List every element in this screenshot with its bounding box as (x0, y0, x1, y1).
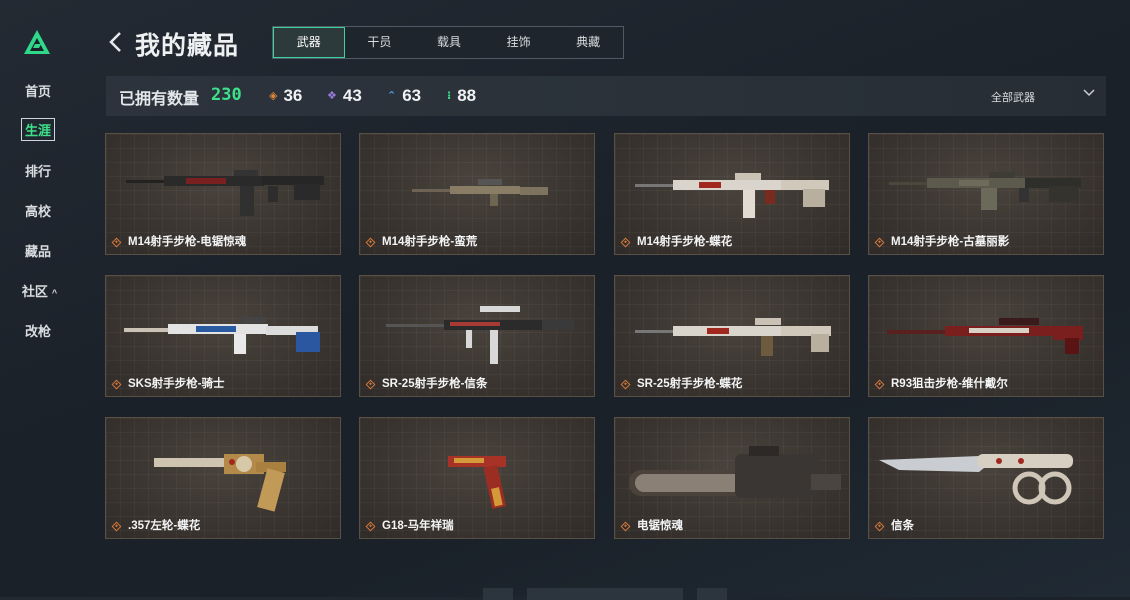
ownership-stats-bar: 已拥有数量 230 ◈ 36 ❖ 43 ⌃ 63 ⁝ 88 全部武器 (106, 76, 1106, 116)
chainsaw-icon (629, 446, 841, 498)
tab-charms[interactable]: 挂饰 (484, 27, 554, 58)
rarity-orange-icon (620, 521, 631, 532)
rifle-white-icon (635, 173, 829, 218)
collection-item-card[interactable]: M14射手步枪-电锯惊魂 (105, 133, 341, 255)
rifle-olive-icon (889, 172, 1081, 210)
owned-count-value: 230 (211, 85, 242, 105)
tab-operators[interactable]: 干员 (345, 27, 415, 58)
item-name: G18-马年祥瑞 (382, 520, 454, 532)
sidebar: 首页 生涯 排行 高校 藏品 社区 ^ 改枪 (0, 0, 76, 597)
rifle-tan-icon (412, 179, 548, 206)
rarity-orange-icon (111, 237, 122, 248)
collection-item-card[interactable]: SR-25射手步枪-信条 (359, 275, 595, 397)
revolver-icon (154, 454, 286, 512)
rarity-orange-icon (874, 379, 885, 390)
collection-item-card[interactable]: 信条 (868, 417, 1104, 539)
app-logo-icon[interactable] (22, 28, 52, 56)
orange-diamond-icon: ◈ (269, 90, 278, 102)
item-name: R93狙击步枪-维什戴尔 (891, 378, 1008, 390)
page-prev-button[interactable] (483, 588, 513, 600)
rarity-orange-icon (111, 521, 122, 532)
collection-item-card[interactable]: G18-马年祥瑞 (359, 417, 595, 539)
rarity-orange-icon (874, 521, 885, 532)
rarity-blue-count: ⌃ 63 (387, 86, 422, 105)
item-name: M14射手步枪-蝶花 (637, 236, 733, 248)
green-dots-icon: ⁝ (447, 90, 452, 102)
rifle-white2-icon (635, 318, 831, 356)
weapon-filter-value: 全部武器 (991, 92, 1035, 104)
page-title: 我的藏品 (135, 32, 240, 60)
pagination-bar[interactable] (527, 588, 683, 600)
item-name: 信条 (891, 520, 914, 532)
weapon-filter-dropdown[interactable]: 全部武器 (976, 76, 1106, 116)
collection-item-card[interactable]: R93狙击步枪-维什戴尔 (868, 275, 1104, 397)
tab-weapons[interactable]: 武器 (273, 27, 345, 58)
collection-item-card[interactable]: SR-25射手步枪-蝶花 (614, 275, 850, 397)
rarity-orange-icon (620, 379, 631, 390)
sidebar-item-home[interactable]: 首页 (0, 79, 76, 102)
tab-collectibles[interactable]: 典藏 (553, 27, 623, 58)
sidebar-item-label: 社区 (21, 284, 48, 299)
collection-item-card[interactable]: SKS射手步枪-骑士 (105, 275, 341, 397)
sidebar-item-label: 首页 (24, 84, 51, 99)
page-next-button[interactable] (697, 588, 727, 600)
rarity-orange-icon (874, 237, 885, 248)
rarity-green-count: ⁝ 88 (447, 86, 477, 105)
rifle-knight-icon (124, 317, 320, 354)
item-name: M14射手步枪-古墓丽影 (891, 236, 1010, 248)
chevron-down-icon (1083, 89, 1095, 97)
rifle-dark-icon (126, 170, 324, 216)
collection-item-card[interactable]: M14射手步枪-蛮荒 (359, 133, 595, 255)
rarity-orange-icon (620, 237, 631, 248)
category-tabs: 武器 干员 载具 挂饰 典藏 (272, 26, 624, 59)
rarity-purple-count: ❖ 43 (327, 86, 362, 105)
item-name: SKS射手步枪-骑士 (128, 378, 225, 390)
chevron-up-icon: ^ (51, 288, 58, 298)
rarity-orange-count: ◈ 36 (269, 86, 303, 105)
sidebar-item-label: 高校 (24, 204, 51, 219)
item-name: M14射手步枪-蛮荒 (382, 236, 478, 248)
purple-diamond-icon: ❖ (327, 90, 337, 102)
sidebar-item-collection[interactable]: 藏品 (0, 239, 76, 262)
sidebar-item-label: 改枪 (24, 324, 51, 339)
rarity-orange-icon (365, 379, 376, 390)
sidebar-item-gunsmith[interactable]: 改枪 (0, 319, 76, 342)
sidebar-item-community[interactable]: 社区 ^ (0, 279, 76, 302)
sidebar-item-label: 排行 (24, 164, 51, 179)
sidebar-item-campus[interactable]: 高校 (0, 199, 76, 222)
rarity-orange-icon (111, 379, 122, 390)
item-name: SR-25射手步枪-信条 (382, 378, 488, 390)
sidebar-item-label: 藏品 (24, 244, 51, 259)
item-name: .357左轮-蝶花 (128, 520, 201, 532)
sniper-red-icon (887, 318, 1083, 354)
sidebar-item-ranking[interactable]: 排行 (0, 159, 76, 182)
tab-vehicles[interactable]: 载具 (414, 27, 484, 58)
collection-item-card[interactable]: .357左轮-蝶花 (105, 417, 341, 539)
item-name: 电锯惊魂 (637, 520, 683, 532)
pistol-icon (448, 456, 507, 510)
rarity-orange-icon (365, 237, 376, 248)
rifle-creed-icon (386, 306, 574, 364)
blue-chevron-icon: ⌃ (387, 90, 397, 102)
sidebar-item-label: 生涯 (20, 118, 55, 141)
knife-icon (879, 454, 1073, 505)
collection-item-card[interactable]: M14射手步枪-古墓丽影 (868, 133, 1104, 255)
rarity-orange-icon (365, 521, 376, 532)
item-name: M14射手步枪-电锯惊魂 (128, 236, 247, 248)
item-name: SR-25射手步枪-蝶花 (637, 378, 743, 390)
collection-item-card[interactable]: M14射手步枪-蝶花 (614, 133, 850, 255)
owned-count-label: 已拥有数量 (119, 91, 200, 108)
sidebar-item-career[interactable]: 生涯 (0, 118, 76, 141)
collection-item-card[interactable]: 电锯惊魂 (614, 417, 850, 539)
back-arrow-icon[interactable] (106, 30, 126, 54)
